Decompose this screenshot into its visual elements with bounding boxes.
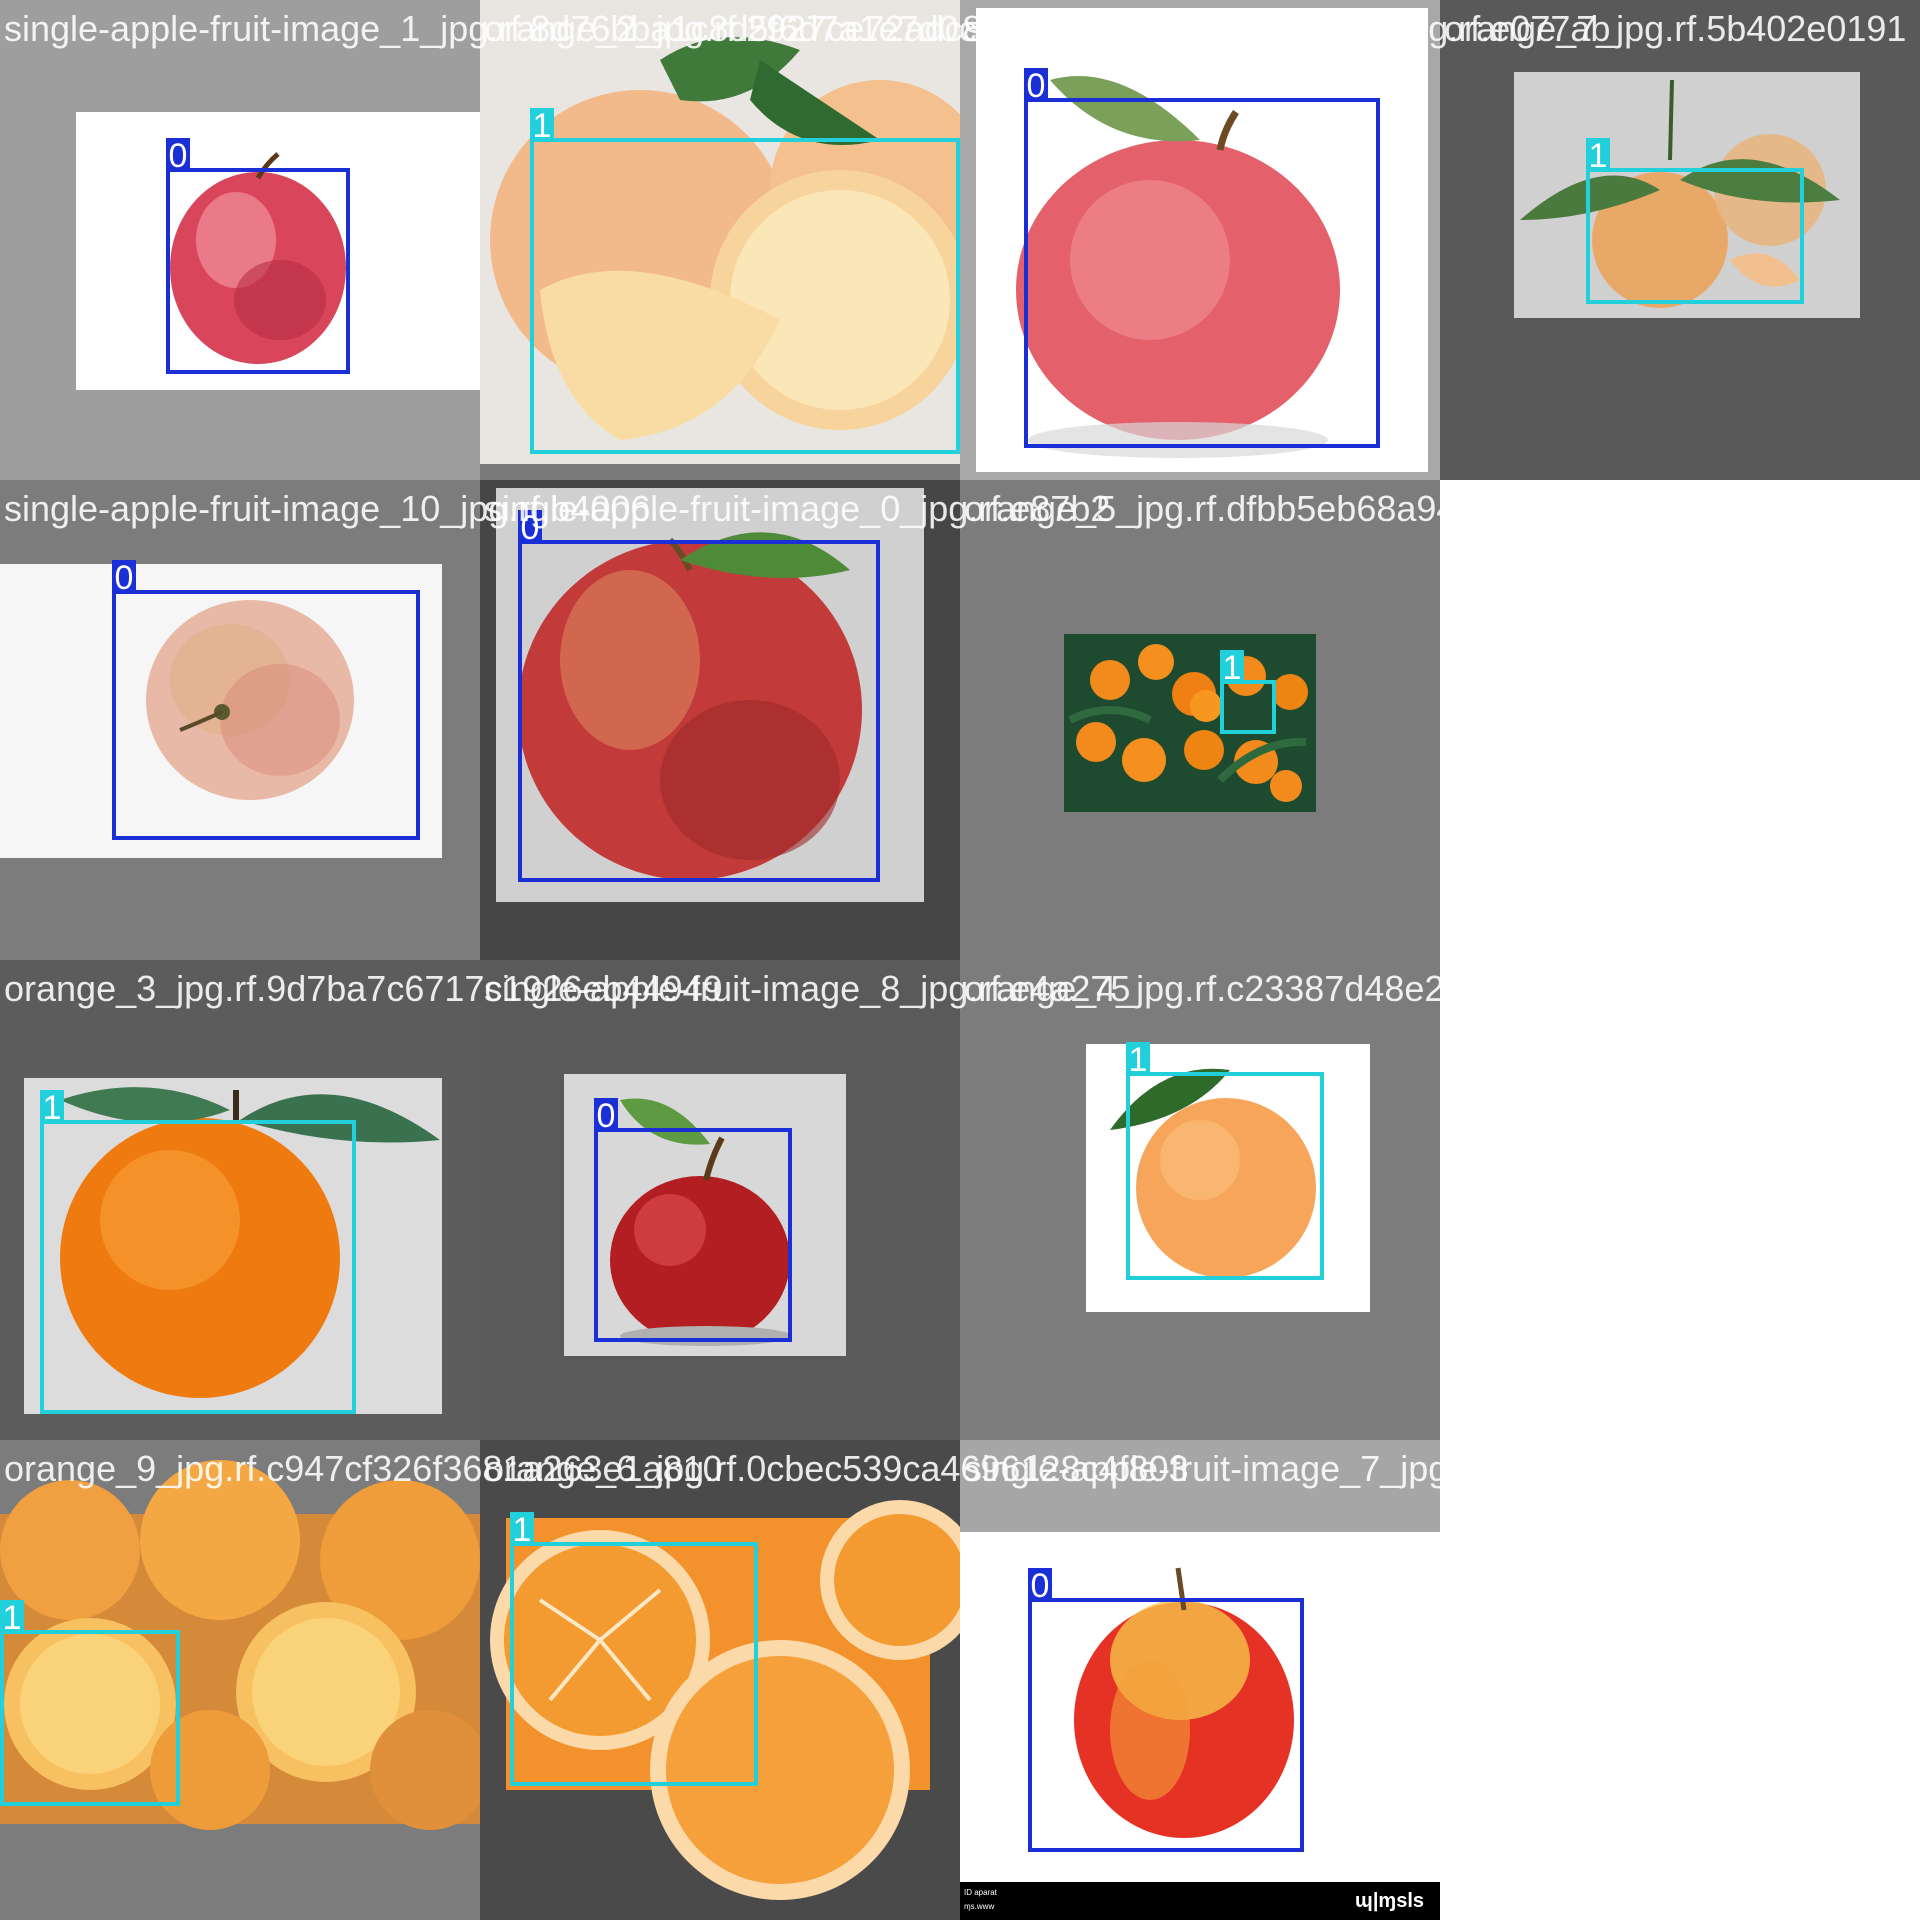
tile-orange-6: 1 xyxy=(480,1440,960,1920)
bbox-orange: 1 xyxy=(530,108,960,454)
tile-orange-7: 1 xyxy=(1440,0,1920,480)
bbox-class-label: 1 xyxy=(530,108,554,144)
bbox-apple: 0 xyxy=(166,138,350,374)
bbox-class-label: 0 xyxy=(1028,1568,1052,1604)
bbox-apple: 0 xyxy=(112,560,420,840)
bbox-class-label: 0 xyxy=(518,510,542,546)
bbox-orange: 1 xyxy=(1220,650,1276,734)
bbox-class-label: 1 xyxy=(1220,650,1244,686)
bbox-class-label: 1 xyxy=(40,1090,64,1126)
bbox-class-label: 0 xyxy=(112,560,136,596)
bbox-apple: 0 xyxy=(1024,68,1380,448)
tile-image xyxy=(960,480,1440,960)
bbox-class-label: 0 xyxy=(1024,68,1048,104)
watermark-bar: ɰ|ɱsls ID aparat ɱs.www xyxy=(960,1882,1440,1920)
bbox-class-label: 0 xyxy=(166,138,190,174)
tile-orange-2: 1 xyxy=(480,0,960,480)
tile-orange-4: 1 xyxy=(960,960,1440,1440)
tile-orange-3: 1 xyxy=(0,960,480,1440)
bbox-orange: 1 xyxy=(40,1090,356,1414)
bbox-orange: 1 xyxy=(1586,138,1804,304)
bbox-orange: 1 xyxy=(1126,1042,1324,1280)
tile-apple-0: 0 xyxy=(480,480,960,960)
bbox-apple: 0 xyxy=(594,1098,792,1342)
tile-apple-7: ɰ|ɱsls ID aparat ɱs.www 0 xyxy=(960,1440,1440,1920)
watermark-small-text: ɱs.www xyxy=(964,1902,995,1911)
bbox-class-label: 1 xyxy=(1126,1042,1150,1078)
tile-apple-8: 0 xyxy=(480,960,960,1440)
watermark-small-text: ID aparat xyxy=(964,1888,997,1897)
tile-apple-9: 0 xyxy=(960,0,1440,480)
bbox-apple: 0 xyxy=(1028,1568,1304,1852)
tile-apple-1: 0 xyxy=(0,0,480,480)
bbox-orange: 1 xyxy=(510,1512,758,1786)
bbox-class-label: 1 xyxy=(0,1600,24,1636)
bbox-class-label: 0 xyxy=(594,1098,618,1134)
detection-mosaic: 0 1 0 1 0 0 1 1 0 1 1 1 ɰ|ɱsls ID aparat… xyxy=(0,0,1920,1920)
watermark-logo: ɰ|ɱsls xyxy=(1355,1890,1424,1912)
bbox-class-label: 1 xyxy=(1586,138,1610,174)
tile-orange-9: 1 xyxy=(0,1440,480,1920)
tile-apple-10: 0 xyxy=(0,480,480,960)
bbox-apple: 0 xyxy=(518,510,880,882)
bbox-orange: 1 xyxy=(0,1600,180,1806)
bbox-class-label: 1 xyxy=(510,1512,534,1548)
tile-orange-5: 1 xyxy=(960,480,1440,960)
